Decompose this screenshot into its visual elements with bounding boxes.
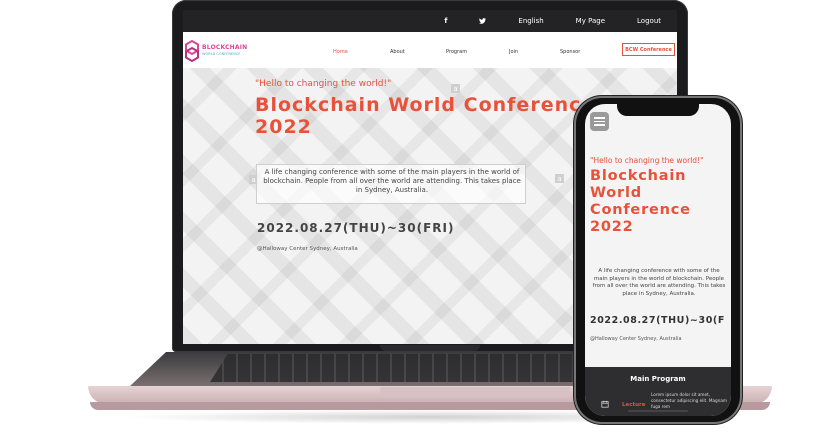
logout-link[interactable]: Logout <box>621 10 677 32</box>
language-link[interactable]: English <box>502 10 559 32</box>
main-program-title: Main Program <box>630 375 686 383</box>
nav-program[interactable]: Program <box>446 49 467 55</box>
phone-hero-tagline: "Hello to changing the world!" <box>590 156 704 165</box>
phone-hero-title: Blockchain World Conference 2022 <box>590 168 730 236</box>
hero-tagline: "Hello to changing the world!" <box>255 79 392 89</box>
event-venue: @Halloway Center Sydney, Australia <box>257 246 358 252</box>
site-topbar: f English My Page Logout <box>183 10 677 32</box>
program-item-label[interactable]: Lecture <box>622 402 645 408</box>
hero-description: A life changing conference with some of … <box>263 168 521 194</box>
logo-subtext: WORLD CONFERENCE <box>202 52 241 56</box>
phone-event-date: 2022.08.27(THU)~30(F <box>590 315 725 326</box>
bcw-conference-button[interactable]: BCW Conference <box>622 43 675 56</box>
nav-join[interactable]: Join <box>509 49 518 55</box>
program-item-text: Lorem ipsum dolor sit amet, consectetur … <box>651 392 727 409</box>
calendar-icon <box>601 400 609 410</box>
phone-title-line4: 2022 <box>590 219 634 235</box>
phone-notch <box>617 104 699 116</box>
phone-hero-description: A life changing conference with some of … <box>592 268 726 297</box>
phone-screen: "Hello to changing the world!" Blockchai… <box>585 104 731 416</box>
laptop-trackpad <box>380 387 570 397</box>
laptop-hinge <box>380 345 480 351</box>
home-indicator <box>628 410 688 412</box>
site-navbar: BLOCKCHAIN WORLD CONFERENCE Home About P… <box>183 32 677 68</box>
event-date: 2022.08.27(THU)~30(FRI) <box>257 221 455 235</box>
badge-a: a <box>451 84 460 93</box>
phone-title-line1: Blockchain <box>590 168 687 184</box>
nav-home[interactable]: Home <box>333 49 348 55</box>
nav-about[interactable]: About <box>390 49 405 55</box>
logo-hexagon-icon[interactable] <box>185 40 199 62</box>
phone-title-line2: World <box>590 185 642 201</box>
my-page-link[interactable]: My Page <box>560 10 621 32</box>
nav-sponsor[interactable]: Sponsor <box>560 49 580 55</box>
hamburger-menu-icon[interactable] <box>590 112 609 131</box>
twitter-icon[interactable] <box>463 10 502 32</box>
facebook-icon[interactable]: f <box>428 10 463 32</box>
badge-a: a <box>555 174 564 183</box>
phone-title-line3: Conference <box>590 202 691 218</box>
logo-text[interactable]: BLOCKCHAIN <box>202 44 247 51</box>
phone-event-venue: @Halloway Center Sydney, Australia <box>590 336 682 342</box>
